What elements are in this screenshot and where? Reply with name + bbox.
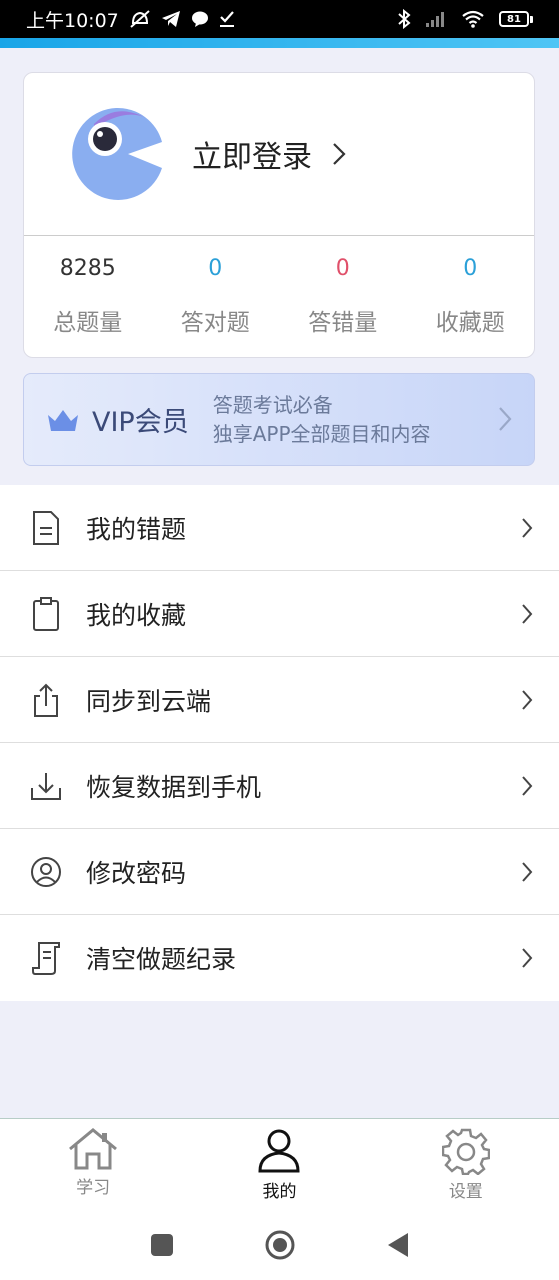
home-button-icon[interactable] (264, 1229, 296, 1261)
login-label: 立即登录 (192, 140, 312, 175)
mute-icon (130, 10, 150, 28)
document-icon (33, 510, 59, 545)
avatar[interactable] (68, 106, 164, 202)
menu-label: 清空做题纪录 (86, 945, 237, 974)
stat-label: 答对题 (180, 310, 250, 336)
stat-value: 0 (335, 256, 350, 281)
home-icon (69, 1128, 118, 1170)
gear-icon (441, 1128, 490, 1175)
menu-list: 我的错题 我的收藏 同步到云端 恢复数据到手机 修改密码 清空做题纪录 (0, 485, 559, 1001)
download-icon (31, 772, 61, 800)
back-icon[interactable] (386, 1231, 410, 1259)
profile-header[interactable]: 立即登录 (24, 73, 534, 236)
vip-title: VIP会员 (92, 407, 189, 438)
stat-value: 0 (208, 256, 223, 281)
user-circle-icon (31, 856, 61, 887)
recent-apps-icon[interactable] (150, 1233, 174, 1257)
menu-item-change-password[interactable]: 修改密码 (0, 829, 559, 915)
vip-desc-line2: 独享APP全部题目和内容 (212, 421, 431, 446)
stat-value: 0 (463, 256, 478, 281)
stat-wrong[interactable]: 0 答错量 (279, 236, 407, 358)
system-nav-bar (0, 1210, 559, 1280)
menu-item-restore-data[interactable]: 恢复数据到手机 (0, 743, 559, 829)
tab-study[interactable]: 学习 (0, 1119, 186, 1210)
tab-label: 我的 (262, 1182, 297, 1202)
profile-card: 立即登录 8285 总题量 0 答对题 0 答错量 0 收藏题 (23, 72, 535, 358)
signal-icon (426, 12, 444, 27)
vip-description: 答题考试必备 独享APP全部题目和内容 (213, 391, 431, 449)
upload-icon (34, 683, 58, 717)
stat-total[interactable]: 8285 总题量 (24, 236, 152, 358)
stat-label: 答错量 (308, 310, 378, 336)
stats-row: 8285 总题量 0 答对题 0 答错量 0 收藏题 (24, 236, 534, 358)
menu-label: 修改密码 (86, 858, 187, 888)
check-icon (219, 11, 234, 27)
tab-mine[interactable]: 我的 (186, 1119, 372, 1210)
vip-desc-line1: 答题考试必备 (212, 392, 333, 417)
status-time: 上午10:07 (26, 9, 119, 32)
stat-value: 8285 (59, 256, 116, 281)
accent-bar (0, 38, 559, 48)
vip-card[interactable]: VIP会员 答题考试必备 独享APP全部题目和内容 (23, 373, 535, 466)
status-left: 上午10:07 (26, 6, 235, 33)
chevron-right-icon (522, 518, 533, 538)
chevron-right-icon (499, 407, 512, 431)
chevron-right-icon (522, 862, 533, 882)
clipboard-icon (33, 596, 59, 631)
battery-icon: 81 (499, 11, 533, 27)
wifi-icon (462, 10, 484, 28)
menu-label: 我的收藏 (86, 600, 187, 630)
menu-item-sync-cloud[interactable]: 同步到云端 (0, 657, 559, 743)
tab-settings[interactable]: 设置 (373, 1119, 559, 1210)
menu-item-clear-records[interactable]: 清空做题纪录 (0, 915, 559, 1001)
telegram-icon (161, 11, 180, 27)
stat-label: 收藏题 (435, 310, 505, 336)
menu-label: 同步到云端 (86, 686, 212, 716)
chat-bubble-icon (191, 11, 208, 27)
chevron-right-icon (333, 143, 346, 165)
scroll-icon (32, 942, 60, 975)
battery-level: 81 (499, 11, 529, 27)
status-right: 81 (397, 9, 533, 29)
stat-label: 总题量 (53, 310, 123, 336)
bottom-tab-bar: 学习 我的 设置 (0, 1118, 559, 1210)
tab-label: 学习 (76, 1178, 111, 1198)
login-link[interactable]: 立即登录 (192, 132, 346, 176)
chevron-right-icon (522, 604, 533, 624)
tab-label: 设置 (448, 1182, 483, 1202)
person-icon (258, 1129, 300, 1173)
crown-icon (48, 409, 78, 431)
status-bar: 上午10:07 81 (0, 0, 559, 38)
bluetooth-icon (398, 9, 411, 29)
menu-label: 恢复数据到手机 (86, 772, 262, 802)
menu-item-wrong-questions[interactable]: 我的错题 (0, 485, 559, 571)
chevron-right-icon (522, 776, 533, 796)
chevron-right-icon (522, 690, 533, 710)
stat-favorites[interactable]: 0 收藏题 (407, 236, 535, 358)
menu-label: 我的错题 (86, 514, 187, 544)
menu-item-favorites[interactable]: 我的收藏 (0, 571, 559, 657)
chevron-right-icon (522, 948, 533, 968)
stat-correct[interactable]: 0 答对题 (152, 236, 280, 358)
